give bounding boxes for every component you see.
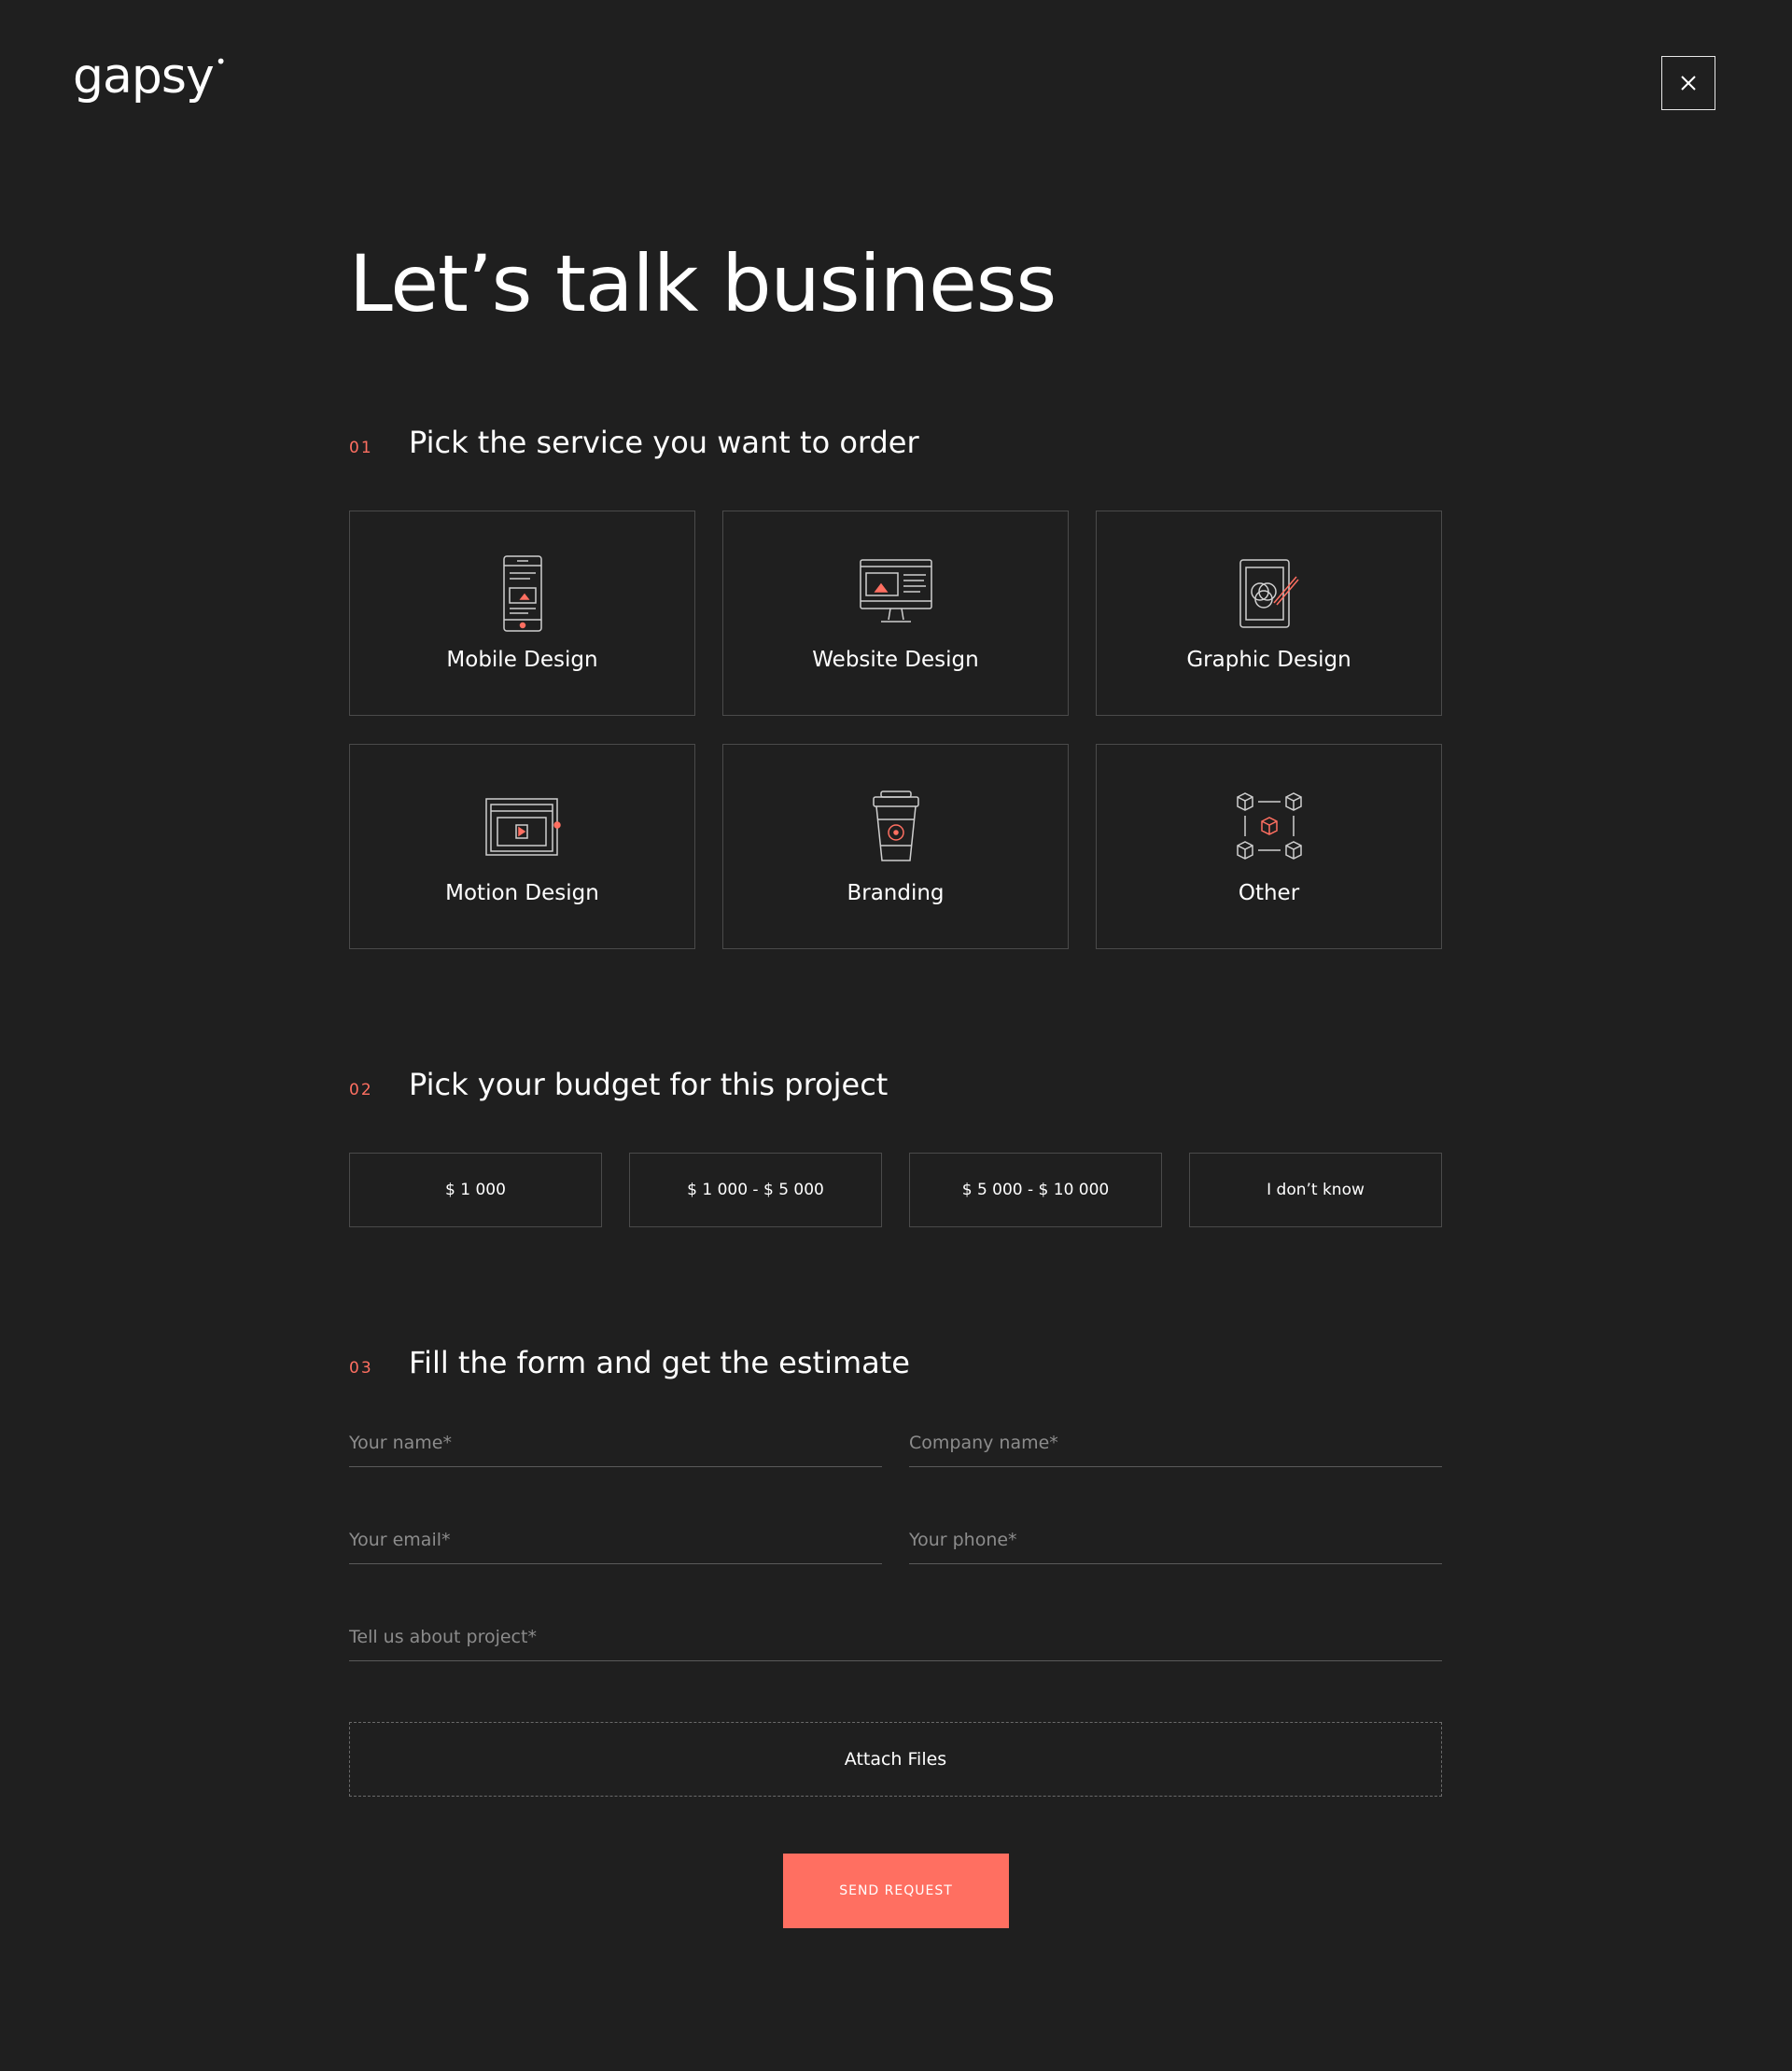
- section-services-header: 01 Pick the service you want to order: [349, 425, 919, 460]
- section-title: Pick your budget for this project: [409, 1067, 889, 1102]
- name-input[interactable]: [349, 1433, 882, 1466]
- name-field-wrapper: [349, 1433, 882, 1467]
- tablet-pen-icon: [1237, 554, 1302, 633]
- send-request-button[interactable]: SEND REQUEST: [783, 1854, 1009, 1928]
- project-field-wrapper: [349, 1627, 1442, 1661]
- service-card-other[interactable]: Other: [1096, 744, 1442, 949]
- mobile-phone-icon: [502, 554, 543, 633]
- section-number: 02: [349, 1081, 373, 1099]
- service-label: Graphic Design: [1186, 648, 1351, 672]
- section-number: 03: [349, 1359, 373, 1378]
- service-card-branding[interactable]: Branding: [722, 744, 1069, 949]
- budget-option-dont-know[interactable]: I don’t know: [1189, 1153, 1442, 1227]
- service-label: Motion Design: [445, 881, 599, 905]
- logo[interactable]: gapsy •: [73, 50, 227, 101]
- logo-dot: •: [215, 50, 227, 73]
- service-label: Website Design: [812, 648, 979, 672]
- service-label: Other: [1238, 881, 1300, 905]
- email-input[interactable]: [349, 1530, 882, 1563]
- company-field-wrapper: [909, 1433, 1442, 1467]
- attach-files-button[interactable]: Attach Files: [349, 1722, 1442, 1797]
- service-card-graphic-design[interactable]: Graphic Design: [1096, 511, 1442, 716]
- phone-input[interactable]: [909, 1530, 1442, 1563]
- service-label: Branding: [847, 881, 945, 905]
- close-icon: [1681, 76, 1696, 91]
- budget-options: $ 1 000 $ 1 000 - $ 5 000 $ 5 000 - $ 10…: [349, 1153, 1442, 1227]
- section-title: Pick the service you want to order: [409, 425, 919, 460]
- project-input[interactable]: [349, 1627, 1442, 1660]
- coffee-cup-icon: [868, 788, 924, 866]
- page-title: Let’s talk business: [349, 238, 1057, 329]
- service-card-mobile-design[interactable]: Mobile Design: [349, 511, 695, 716]
- phone-field-wrapper: [909, 1530, 1442, 1564]
- budget-option-5000-10000[interactable]: $ 5 000 - $ 10 000: [909, 1153, 1162, 1227]
- service-card-motion-design[interactable]: Motion Design: [349, 744, 695, 949]
- attach-files-label: Attach Files: [844, 1749, 947, 1770]
- close-button[interactable]: [1661, 56, 1715, 110]
- logo-text: gapsy: [73, 49, 215, 105]
- service-card-website-design[interactable]: Website Design: [722, 511, 1069, 716]
- desktop-monitor-icon: [859, 554, 933, 633]
- service-grid: Mobile Design Website Design Graphic Des…: [349, 511, 1442, 949]
- company-input[interactable]: [909, 1433, 1442, 1466]
- section-number: 01: [349, 439, 373, 457]
- section-form-header: 03 Fill the form and get the estimate: [349, 1345, 910, 1380]
- section-title: Fill the form and get the estimate: [409, 1345, 910, 1380]
- budget-option-1000[interactable]: $ 1 000: [349, 1153, 602, 1227]
- budget-option-1000-5000[interactable]: $ 1 000 - $ 5 000: [629, 1153, 882, 1227]
- email-field-wrapper: [349, 1530, 882, 1564]
- cubes-network-icon: [1232, 788, 1307, 866]
- service-label: Mobile Design: [446, 648, 598, 672]
- video-player-icon: [484, 788, 561, 866]
- section-budget-header: 02 Pick your budget for this project: [349, 1067, 888, 1102]
